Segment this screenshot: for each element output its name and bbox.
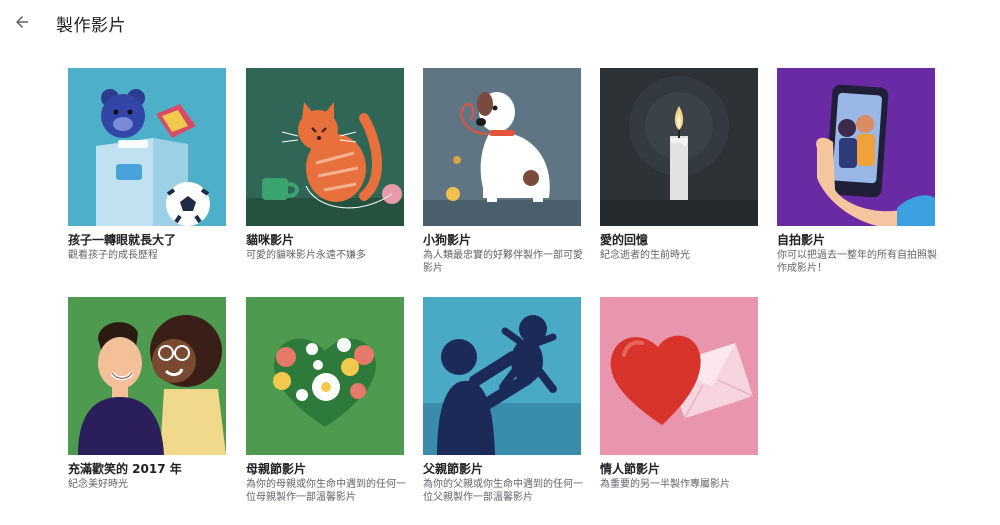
card-title: 情人節影片: [600, 462, 661, 476]
cats-thumbnail: [246, 68, 404, 226]
template-card-fathers-day[interactable]: 父親節影片 為你的父親或你生命中遇到的任何一位父親製作一部溫馨影片: [423, 297, 583, 504]
template-card-kids[interactable]: 孩子一轉眼就長大了 觀看孩子的成長歷程: [68, 68, 226, 262]
card-description: 你可以把過去一整年的所有自拍照製作成影片！: [777, 250, 937, 274]
card-title: 愛的回憶: [600, 233, 649, 247]
card-title: 母親節影片: [246, 462, 307, 476]
card-description: 為重要的另一半製作專屬影片: [600, 479, 730, 490]
cat-with-yarn-illustration: [246, 68, 404, 226]
card-title: 孩子一轉眼就長大了: [68, 233, 177, 247]
smiling-couple-illustration: [68, 297, 226, 455]
fathers-day-thumbnail: [423, 297, 581, 455]
card-title: 小狗影片: [423, 233, 472, 247]
back-button[interactable]: [8, 8, 36, 36]
template-card-valentines[interactable]: 情人節影片 為重要的另一半製作專屬影片: [600, 297, 758, 491]
movie-template-grid: 孩子一轉眼就長大了 觀看孩子的成長歷程 貓咪影片 可愛的貓咪影片永遠不嫌多 小狗…: [68, 68, 938, 508]
card-title: 充滿歡笑的 2017 年: [68, 462, 182, 476]
mothers-day-thumbnail: [246, 297, 404, 455]
app-header: 製作影片: [0, 0, 1000, 46]
flower-heart-illustration: [246, 297, 404, 455]
template-card-cats[interactable]: 貓咪影片 可愛的貓咪影片永遠不嫌多: [246, 68, 404, 262]
card-description: 為你的父親或你生命中遇到的任何一位父親製作一部溫馨影片: [423, 479, 583, 503]
template-card-mothers-day[interactable]: 母親節影片 為你的母親或你生命中遇到的任何一位母親製作一部溫馨影片: [246, 297, 406, 504]
card-description: 可愛的貓咪影片永遠不嫌多: [246, 250, 366, 261]
page-title: 製作影片: [56, 16, 126, 36]
selfie-thumbnail: [777, 68, 935, 226]
card-description: 紀念逝者的生前時光: [600, 250, 690, 261]
template-card-memories[interactable]: 愛的回憶 紀念逝者的生前時光: [600, 68, 758, 262]
card-description: 為你的母親或你生命中遇到的任何一位母親製作一部溫馨影片: [246, 479, 406, 503]
dogs-thumbnail: [423, 68, 581, 226]
kids-thumbnail: [68, 68, 226, 226]
template-card-selfie[interactable]: 自拍影片 你可以把過去一整年的所有自拍照製作成影片！: [777, 68, 937, 275]
template-card-dogs[interactable]: 小狗影片 為人類最忠實的好夥伴製作一部可愛影片: [423, 68, 583, 275]
card-title: 父親節影片: [423, 462, 484, 476]
candle-illustration: [600, 68, 758, 226]
card-description: 紀念美好時光: [68, 479, 128, 490]
father-lifting-baby-illustration: [423, 297, 581, 455]
teddy-bear-toybox-illustration: [68, 68, 226, 226]
template-card-smiles-2017[interactable]: 充滿歡笑的 2017 年 紀念美好時光: [68, 297, 226, 491]
heart-and-envelope-illustration: [600, 297, 758, 455]
card-description: 為人類最忠實的好夥伴製作一部可愛影片: [423, 250, 583, 274]
valentines-thumbnail: [600, 297, 758, 455]
dog-with-leash-illustration: [423, 68, 581, 226]
selfie-phone-illustration: [777, 68, 935, 226]
card-title: 自拍影片: [777, 233, 826, 247]
card-description: 觀看孩子的成長歷程: [68, 250, 158, 261]
memories-thumbnail: [600, 68, 758, 226]
arrow-back-icon: [16, 16, 28, 28]
smiles-thumbnail: [68, 297, 226, 455]
card-title: 貓咪影片: [246, 233, 295, 247]
